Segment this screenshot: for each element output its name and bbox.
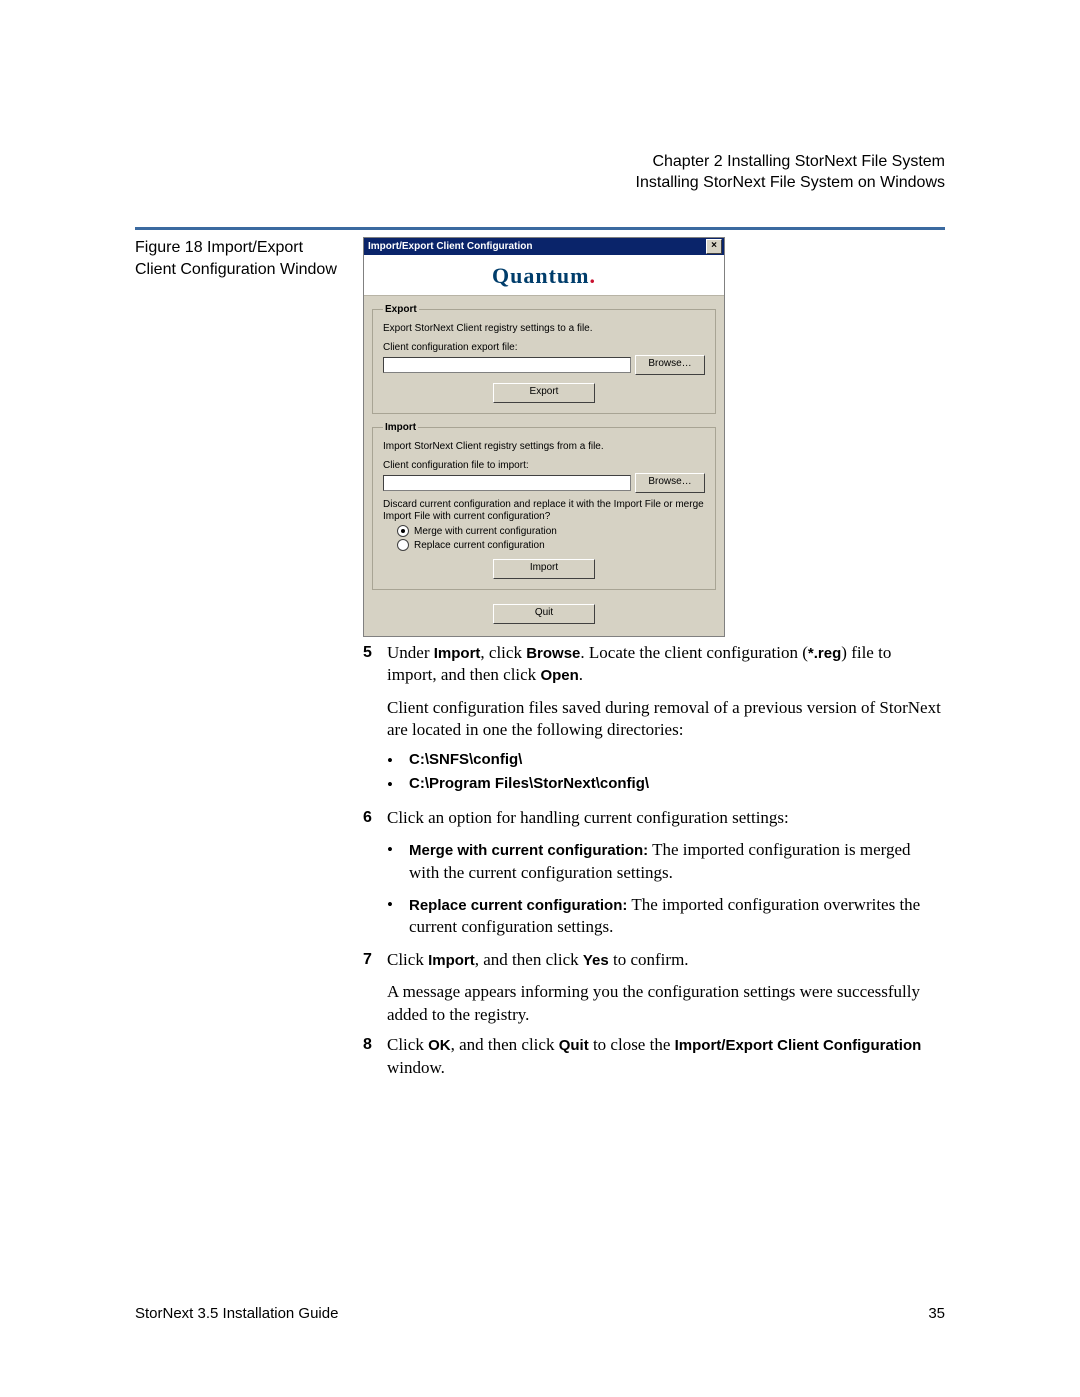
radio-icon <box>397 539 409 551</box>
import-export-dialog: Import/Export Client Configuration × Qua… <box>363 237 725 637</box>
export-file-label: Client configuration export file: <box>383 342 705 353</box>
dialog-titlebar: Import/Export Client Configuration × <box>364 238 724 255</box>
import-desc: Import StorNext Client registry settings… <box>383 441 705 452</box>
close-icon[interactable]: × <box>706 239 722 254</box>
step-5-para2: Client configuration files saved during … <box>387 697 943 742</box>
radio-merge-label: Merge with current configuration <box>414 526 557 537</box>
export-desc: Export StorNext Client registry settings… <box>383 323 705 334</box>
step-7-para2: A message appears informing you the conf… <box>387 981 943 1026</box>
body-content: 5 Under Import, click Browse. Locate the… <box>363 642 943 1089</box>
radio-replace[interactable]: Replace current configuration <box>397 539 705 551</box>
step-8: 8 Click OK, and then click Quit to close… <box>363 1034 943 1079</box>
export-legend: Export <box>383 304 419 315</box>
step-5: 5 Under Import, click Browse. Locate the… <box>363 642 943 687</box>
export-group: Export Export StorNext Client registry s… <box>372 304 716 414</box>
header-line1: Chapter 2 Installing StorNext File Syste… <box>636 152 945 173</box>
quit-button[interactable]: Quit <box>493 604 595 624</box>
import-browse-button[interactable]: Browse… <box>635 473 705 493</box>
import-button[interactable]: Import <box>493 559 595 579</box>
dialog-title: Import/Export Client Configuration <box>368 241 532 252</box>
import-question: Discard current configuration and replac… <box>383 499 705 523</box>
header-line2: Installing StorNext File System on Windo… <box>636 173 945 194</box>
step-7: 7 Click Import, and then click Yes to co… <box>363 949 943 971</box>
radio-icon <box>397 525 409 537</box>
figure-caption: Figure 18 Import/Export Client Configura… <box>135 237 345 280</box>
export-button[interactable]: Export <box>493 383 595 403</box>
section-rule <box>135 227 945 230</box>
page-header: Chapter 2 Installing StorNext File Syste… <box>636 152 945 194</box>
import-group: Import Import StorNext Client registry s… <box>372 422 716 590</box>
radio-replace-label: Replace current configuration <box>414 540 545 551</box>
footer-left: StorNext 3.5 Installation Guide <box>135 1305 338 1322</box>
step-6-options: • Merge with current configuration: The … <box>387 839 943 939</box>
path-2: C:\Program Files\StorNext\config\ <box>409 774 649 796</box>
footer-page-number: 35 <box>928 1305 945 1322</box>
import-file-label: Client configuration file to import: <box>383 460 705 471</box>
step-6: 6 Click an option for handling current c… <box>363 807 943 829</box>
page-footer: StorNext 3.5 Installation Guide 35 <box>135 1305 945 1322</box>
export-file-input[interactable] <box>383 357 631 373</box>
import-legend: Import <box>383 422 418 433</box>
path-list: •C:\SNFS\config\ •C:\Program Files\StorN… <box>387 750 943 797</box>
brand-logo: Quantum. <box>364 255 724 296</box>
path-1: C:\SNFS\config\ <box>409 750 522 772</box>
export-browse-button[interactable]: Browse… <box>635 355 705 375</box>
import-file-input[interactable] <box>383 475 631 491</box>
radio-merge[interactable]: Merge with current configuration <box>397 525 705 537</box>
